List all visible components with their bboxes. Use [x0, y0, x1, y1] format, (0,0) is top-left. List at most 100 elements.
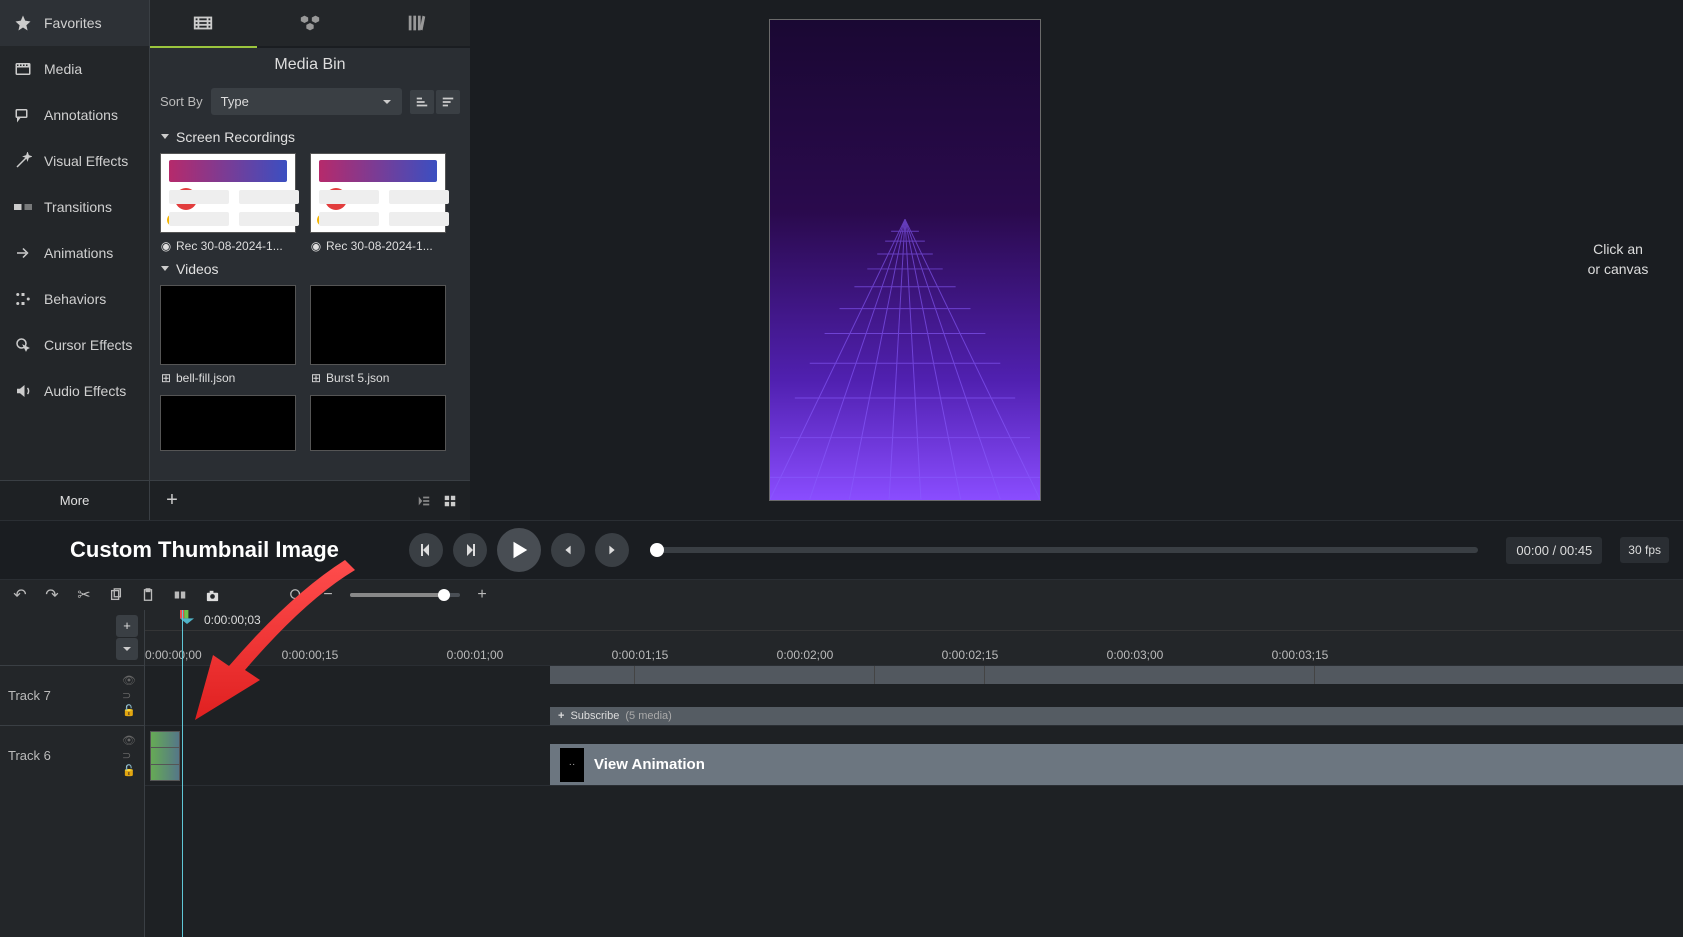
annotation-callout-label: Custom Thumbnail Image	[70, 537, 339, 563]
sidebar-item-behaviors[interactable]: Behaviors	[0, 276, 149, 322]
eye-icon[interactable]: 👁	[122, 674, 136, 687]
sidebar-item-audio-effects[interactable]: Audio Effects	[0, 368, 149, 414]
sidebar-item-favorites[interactable]: Favorites	[0, 0, 149, 46]
media-thumb[interactable]: ⊞bell-fill.json	[160, 285, 296, 385]
view-grid-button[interactable]	[438, 489, 462, 513]
snapshot-button[interactable]	[202, 585, 222, 605]
sidebar-item-annotations[interactable]: Annotations	[0, 92, 149, 138]
json-icon: ⊞	[310, 372, 322, 384]
expand-group-icon[interactable]: +	[558, 710, 564, 722]
fps-display[interactable]: 30 fps	[1620, 537, 1669, 563]
track-header[interactable]: Track 6 👁⊃🔓	[0, 725, 144, 785]
tracks-area[interactable]: + Subscribe (5 media) ·· View Animation	[145, 665, 1683, 937]
media-thumb[interactable]: ◉Rec 30-08-2024-1...	[310, 153, 446, 253]
prev-marker-button[interactable]	[551, 533, 585, 567]
library-icon	[406, 12, 428, 34]
magnet-icon[interactable]: ⊃	[122, 749, 136, 762]
record-icon: ◉	[310, 240, 322, 252]
collapse-tracks-button[interactable]	[116, 638, 138, 660]
properties-hint: Click an or canvas	[1553, 240, 1683, 279]
perspective-grid	[770, 20, 1040, 500]
wand-icon	[14, 152, 32, 170]
sidebar-label: Media	[44, 61, 82, 77]
paste-button[interactable]	[138, 585, 158, 605]
tab-library[interactable]	[363, 0, 470, 46]
track-header[interactable]: Track 7 👁⊃🔓	[0, 665, 144, 725]
sidebar-item-visual-effects[interactable]: Visual Effects	[0, 138, 149, 184]
redo-button[interactable]: ↷	[42, 585, 62, 605]
thumb-preview	[160, 285, 296, 365]
sidebar-label: Animations	[44, 245, 113, 261]
media-thumb[interactable]	[160, 395, 296, 457]
media-thumb[interactable]: ⊞Burst 5.json	[310, 285, 446, 385]
track-lane-extra[interactable]	[145, 785, 1683, 815]
preview-area[interactable]	[470, 0, 1340, 520]
magnet-icon[interactable]: ⊃	[122, 689, 136, 702]
canvas[interactable]	[769, 19, 1041, 501]
star-icon	[14, 14, 32, 32]
section-videos[interactable]: Videos	[150, 253, 470, 285]
transition-icon	[14, 198, 32, 216]
timeline: + Track 7 👁⊃🔓 Track 6 👁⊃🔓 0:00:00;03 0:0…	[0, 610, 1683, 937]
track-lane-6[interactable]: ·· View Animation	[145, 725, 1683, 785]
view-animation-clip[interactable]: ·· View Animation	[550, 726, 1683, 785]
json-icon: ⊞	[160, 372, 172, 384]
view-list-button[interactable]	[412, 489, 436, 513]
zoom-slider[interactable]	[350, 593, 460, 597]
undo-button[interactable]: ↶	[10, 585, 30, 605]
sort-asc-button[interactable]	[410, 90, 434, 114]
track-lane-7[interactable]: + Subscribe (5 media)	[145, 665, 1683, 725]
prev-frame-button[interactable]	[409, 533, 443, 567]
audio-icon	[14, 382, 32, 400]
eye-icon[interactable]: 👁	[122, 734, 136, 747]
copy-button[interactable]	[106, 585, 126, 605]
sidebar-label: Cursor Effects	[44, 337, 132, 353]
panel-title: Media Bin	[150, 48, 470, 82]
thumb-preview	[310, 395, 446, 451]
sidebar-label: Behaviors	[44, 291, 106, 307]
clip-thumb: ··	[560, 748, 584, 782]
next-frame-button[interactable]	[453, 533, 487, 567]
film-strip-icon	[192, 12, 214, 34]
callout-icon	[14, 106, 32, 124]
media-tab-bar	[150, 0, 470, 48]
cubes-icon	[299, 12, 321, 34]
add-track-button[interactable]: +	[116, 615, 138, 637]
add-media-button[interactable]: +	[158, 487, 186, 515]
track-controls: + Track 7 👁⊃🔓 Track 6 👁⊃🔓	[0, 610, 145, 937]
split-button[interactable]	[170, 585, 190, 605]
sidebar-item-media[interactable]: Media	[0, 46, 149, 92]
media-thumb[interactable]	[310, 395, 446, 457]
play-button[interactable]	[497, 528, 541, 572]
playhead-line[interactable]	[182, 610, 183, 937]
zoom-fit-button[interactable]	[286, 585, 306, 605]
thumb-preview	[310, 153, 446, 233]
zoom-in-button[interactable]: +	[472, 585, 492, 605]
cut-button[interactable]: ✂	[74, 585, 94, 605]
zoom-out-button[interactable]: −	[318, 585, 338, 605]
sidebar-more-button[interactable]: More	[0, 480, 149, 520]
tab-media-bin[interactable]	[150, 0, 257, 46]
thumbnail-clip[interactable]	[150, 731, 180, 781]
media-bin-panel: Media Bin Sort By Type Screen Recordings…	[150, 48, 470, 520]
sidebar-label: Transitions	[44, 199, 112, 215]
sidebar-item-animations[interactable]: Animations	[0, 230, 149, 276]
media-thumb[interactable]: ◉Rec 30-08-2024-1...	[160, 153, 296, 253]
lock-icon[interactable]: 🔓	[122, 704, 136, 717]
sidebar-item-cursor-effects[interactable]: Cursor Effects	[0, 322, 149, 368]
scrub-bar[interactable]	[657, 547, 1478, 553]
zoom-knob[interactable]	[438, 589, 450, 601]
next-marker-button[interactable]	[595, 533, 629, 567]
subscribe-group[interactable]: + Subscribe (5 media)	[550, 666, 1683, 725]
sort-desc-button[interactable]	[436, 90, 460, 114]
animation-icon	[14, 244, 32, 262]
tab-assets[interactable]	[257, 0, 364, 46]
cursor-icon	[14, 336, 32, 354]
timeline-ruler[interactable]: 0:00:00;03 0:00:00;00 0:00:00;15 0:00:01…	[145, 610, 1683, 665]
scrub-knob[interactable]	[650, 543, 664, 557]
sidebar-item-transitions[interactable]: Transitions	[0, 184, 149, 230]
sort-by-dropdown[interactable]: Type	[211, 88, 402, 115]
section-screen-recordings[interactable]: Screen Recordings	[150, 121, 470, 153]
lock-icon[interactable]: 🔓	[122, 764, 136, 777]
sidebar: Favorites Media Annotations Visual Effec…	[0, 0, 150, 520]
